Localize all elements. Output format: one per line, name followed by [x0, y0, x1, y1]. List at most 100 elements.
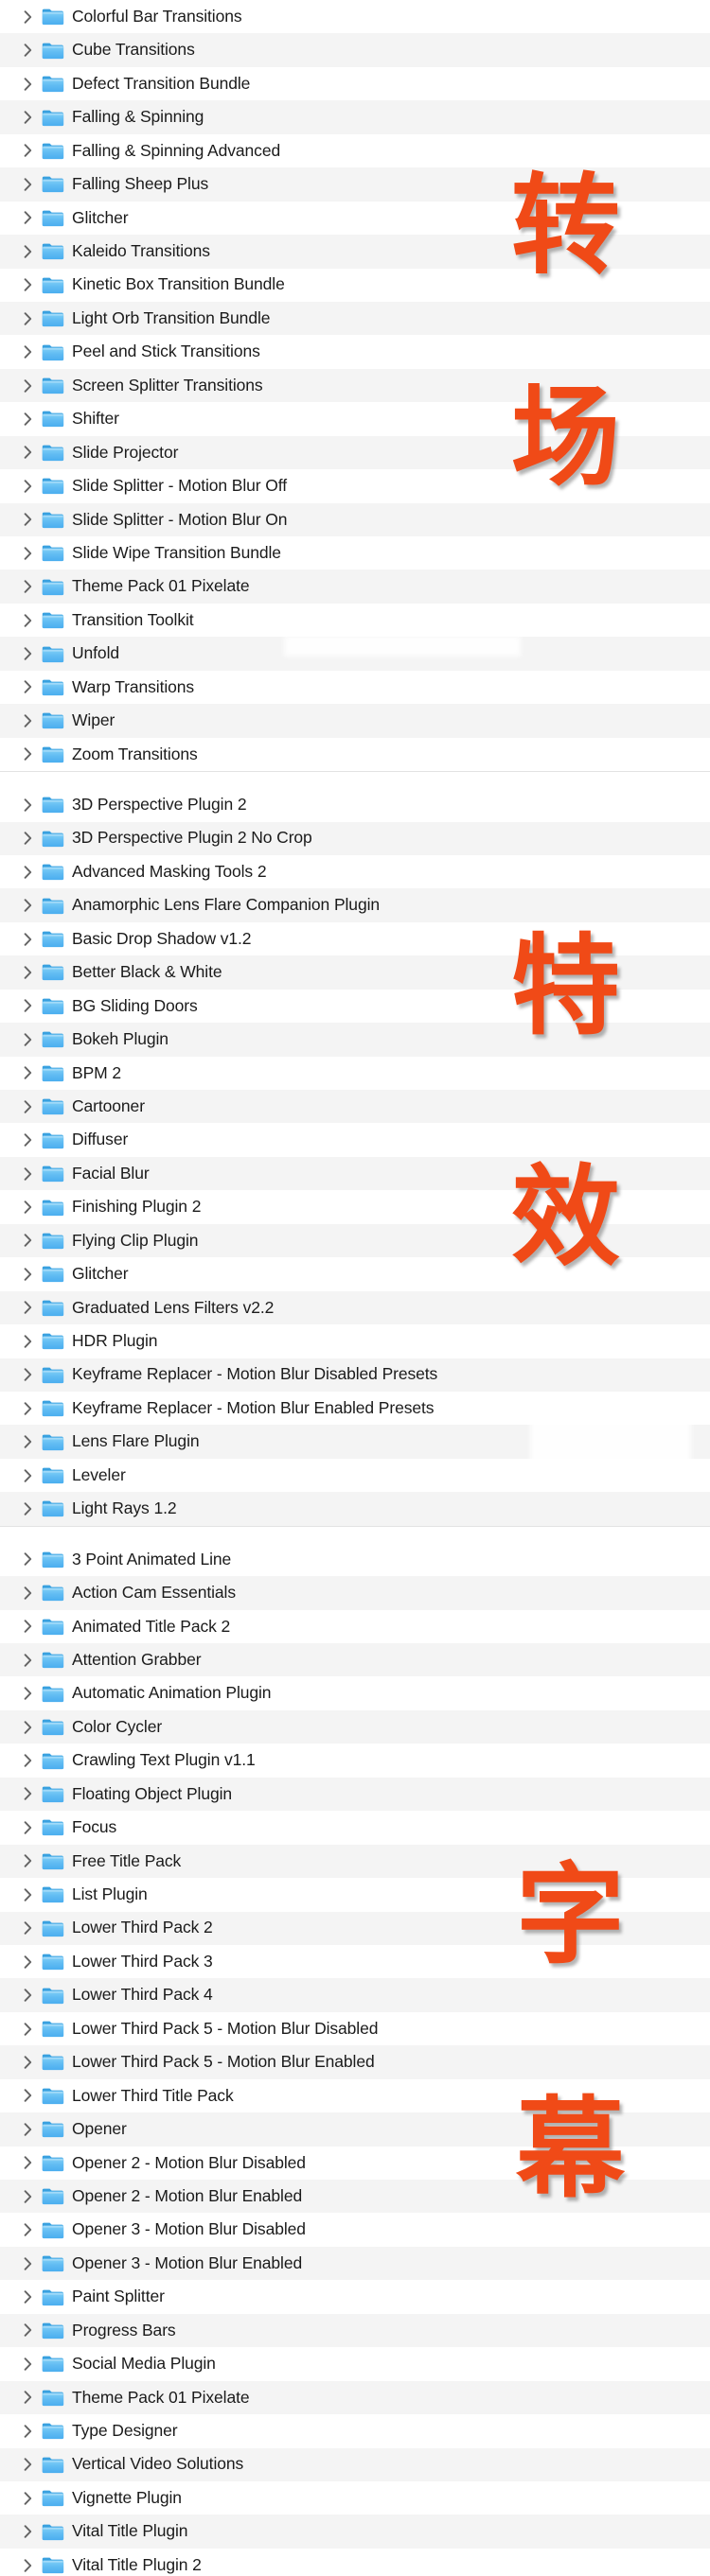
table-row[interactable]: Action Cam Essentials	[0, 1576, 710, 1610]
table-row[interactable]: Slide Splitter - Motion Blur On	[0, 502, 710, 536]
chevron-right-icon[interactable]	[24, 1368, 40, 1381]
table-row[interactable]: Leveler	[0, 1458, 710, 1493]
chevron-right-icon[interactable]	[24, 278, 40, 291]
chevron-right-icon[interactable]	[24, 1954, 40, 1969]
table-row[interactable]: Finishing Plugin 2	[0, 1190, 710, 1224]
table-row[interactable]: Lens Flare Plugin	[0, 1425, 710, 1459]
chevron-right-icon[interactable]	[24, 44, 40, 57]
table-row[interactable]: Vital Title Plugin	[0, 2515, 710, 2549]
table-row[interactable]: Lower Third Title Pack	[0, 2078, 710, 2113]
chevron-right-icon[interactable]	[24, 1099, 40, 1113]
chevron-right-icon[interactable]	[24, 9, 40, 24]
table-row[interactable]: Wiper	[0, 704, 710, 738]
chevron-right-icon[interactable]	[24, 1720, 40, 1734]
chevron-right-icon[interactable]	[24, 1552, 40, 1567]
table-row[interactable]: List Plugin	[0, 1878, 710, 1912]
chevron-right-icon[interactable]	[24, 2391, 40, 2405]
chevron-right-icon[interactable]	[24, 1133, 40, 1147]
file-list[interactable]: Colorful Bar Transitions Cube Transitions…	[0, 0, 710, 2576]
table-row[interactable]: Flying Clip Plugin	[0, 1223, 710, 1258]
chevron-right-icon[interactable]	[24, 1821, 40, 1834]
chevron-right-icon[interactable]	[24, 966, 40, 979]
table-row[interactable]: Keyframe Replacer - Motion Blur Disabled…	[0, 1358, 710, 1392]
table-row[interactable]: Paint Splitter	[0, 2280, 710, 2314]
table-row[interactable]: Lower Third Pack 3	[0, 1944, 710, 1979]
table-row[interactable]: 3 Point Animated Line	[0, 1542, 710, 1577]
chevron-right-icon[interactable]	[24, 647, 40, 660]
chevron-right-icon[interactable]	[24, 1301, 40, 1315]
table-row[interactable]: Vital Title Plugin 2	[0, 2548, 710, 2576]
table-row[interactable]: Floating Object Plugin	[0, 1777, 710, 1812]
table-row[interactable]: HDR Plugin	[0, 1324, 710, 1358]
table-row[interactable]: Light Orb Transition Bundle	[0, 301, 710, 336]
table-row[interactable]: Anamorphic Lens Flare Companion Plugin	[0, 888, 710, 922]
table-row[interactable]: Slide Projector	[0, 435, 710, 470]
table-row[interactable]: Theme Pack 01 Pixelate	[0, 570, 710, 604]
table-row[interactable]: Social Media Plugin	[0, 2347, 710, 2381]
table-row[interactable]: Opener 3 - Motion Blur Enabled	[0, 2246, 710, 2281]
table-row[interactable]: Colorful Bar Transitions	[0, 0, 710, 34]
chevron-right-icon[interactable]	[24, 1066, 40, 1080]
chevron-right-icon[interactable]	[24, 1335, 40, 1348]
table-row[interactable]: Slide Splitter - Motion Blur Off	[0, 469, 710, 503]
chevron-right-icon[interactable]	[24, 1989, 40, 2002]
table-row[interactable]: Progress Bars	[0, 2313, 710, 2348]
table-row[interactable]: Opener 3 - Motion Blur Disabled	[0, 2213, 710, 2247]
chevron-right-icon[interactable]	[24, 2323, 40, 2338]
table-row[interactable]: Basic Drop Shadow v1.2	[0, 921, 710, 956]
chevron-right-icon[interactable]	[24, 899, 40, 912]
chevron-right-icon[interactable]	[24, 245, 40, 258]
table-row[interactable]: Lower Third Pack 4	[0, 1978, 710, 2012]
chevron-right-icon[interactable]	[24, 1166, 40, 1181]
table-row[interactable]: Animated Title Pack 2	[0, 1609, 710, 1643]
chevron-right-icon[interactable]	[24, 1787, 40, 1801]
chevron-right-icon[interactable]	[24, 2223, 40, 2236]
chevron-right-icon[interactable]	[24, 2558, 40, 2572]
table-row[interactable]: Better Black & White	[0, 955, 710, 990]
chevron-right-icon[interactable]	[24, 798, 40, 812]
chevron-right-icon[interactable]	[24, 580, 40, 593]
chevron-right-icon[interactable]	[24, 1921, 40, 1935]
chevron-right-icon[interactable]	[24, 111, 40, 124]
chevron-right-icon[interactable]	[24, 1687, 40, 1700]
chevron-right-icon[interactable]	[24, 412, 40, 426]
chevron-right-icon[interactable]	[24, 446, 40, 460]
table-row[interactable]: Graduated Lens Filters v2.2	[0, 1290, 710, 1325]
table-row[interactable]: Automatic Animation Plugin	[0, 1676, 710, 1710]
table-row[interactable]: Cube Transitions	[0, 33, 710, 67]
chevron-right-icon[interactable]	[24, 1754, 40, 1767]
table-row[interactable]: Cartooner	[0, 1090, 710, 1124]
chevron-right-icon[interactable]	[24, 1435, 40, 1448]
table-row[interactable]: Focus	[0, 1811, 710, 1845]
table-row[interactable]: Glitcher	[0, 1257, 710, 1291]
chevron-right-icon[interactable]	[24, 1033, 40, 1046]
chevron-right-icon[interactable]	[24, 1653, 40, 1667]
chevron-right-icon[interactable]	[24, 480, 40, 493]
chevron-right-icon[interactable]	[24, 2123, 40, 2136]
chevron-right-icon[interactable]	[24, 144, 40, 158]
chevron-right-icon[interactable]	[24, 2491, 40, 2505]
chevron-right-icon[interactable]	[24, 832, 40, 845]
chevron-right-icon[interactable]	[24, 747, 40, 762]
chevron-right-icon[interactable]	[24, 999, 40, 1013]
table-row[interactable]: Screen Splitter Transitions	[0, 368, 710, 403]
table-row[interactable]: Crawling Text Plugin v1.1	[0, 1744, 710, 1778]
table-row[interactable]: Theme Pack 01 Pixelate	[0, 2380, 710, 2415]
chevron-right-icon[interactable]	[24, 680, 40, 694]
table-row[interactable]: 3D Perspective Plugin 2	[0, 788, 710, 822]
chevron-right-icon[interactable]	[24, 2290, 40, 2304]
table-row[interactable]: Falling & Spinning	[0, 100, 710, 134]
chevron-right-icon[interactable]	[24, 1268, 40, 1281]
table-row[interactable]: Falling Sheep Plus	[0, 167, 710, 202]
chevron-right-icon[interactable]	[24, 77, 40, 91]
table-row[interactable]: Free Title Pack	[0, 1844, 710, 1879]
chevron-right-icon[interactable]	[24, 1200, 40, 1214]
table-row[interactable]: Color Cycler	[0, 1709, 710, 1744]
chevron-right-icon[interactable]	[24, 2425, 40, 2438]
table-row[interactable]: Lower Third Pack 5 - Motion Blur Disable…	[0, 2011, 710, 2046]
chevron-right-icon[interactable]	[24, 1854, 40, 1868]
chevron-right-icon[interactable]	[24, 211, 40, 225]
chevron-right-icon[interactable]	[24, 2256, 40, 2270]
chevron-right-icon[interactable]	[24, 513, 40, 527]
table-row[interactable]: Zoom Transitions	[0, 737, 710, 772]
